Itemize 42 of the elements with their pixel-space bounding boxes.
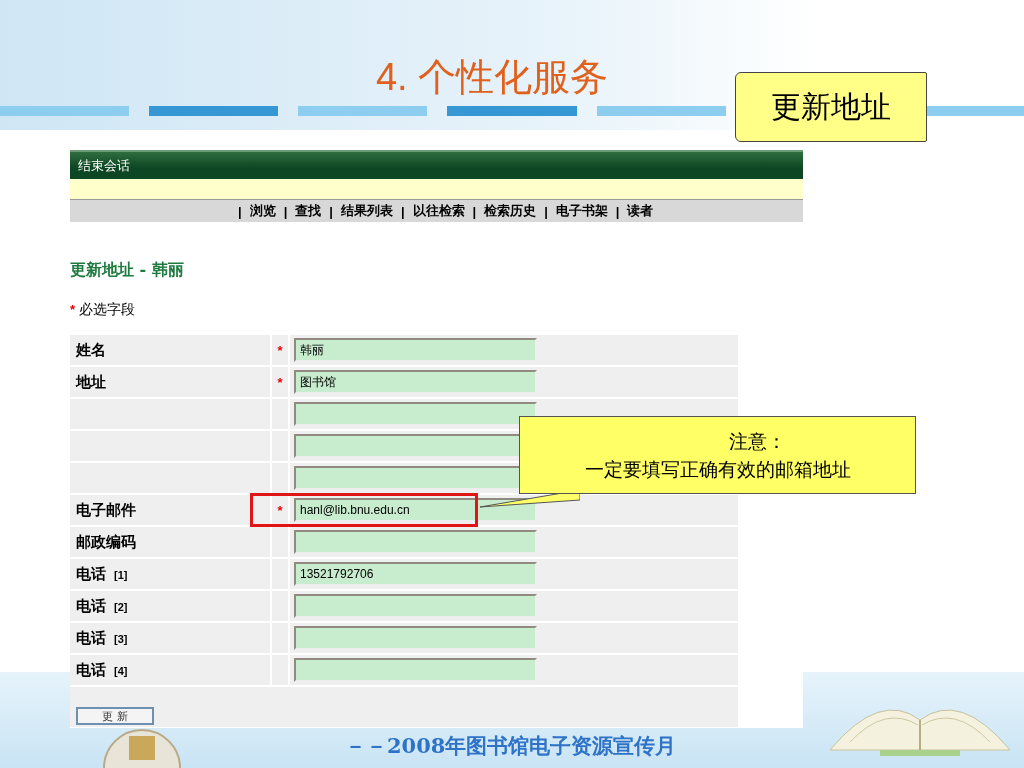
input-field[interactable]: 13521792706: [294, 562, 537, 586]
nav-link[interactable]: 读者: [627, 202, 654, 220]
end-session-link[interactable]: 结束会话: [78, 156, 130, 175]
input-field[interactable]: [294, 658, 537, 682]
footer-caption: －－2008年图书馆电子资源宣传月: [345, 732, 677, 760]
nav-separator: |: [238, 203, 242, 219]
field-label: 地址: [76, 372, 106, 392]
input-field[interactable]: 韩丽: [294, 338, 537, 362]
input-field[interactable]: [294, 626, 537, 650]
nav-separator: |: [400, 203, 405, 219]
field-label: 邮政编码: [76, 532, 136, 552]
page-heading: 更新地址 - 韩丽: [70, 260, 185, 281]
scroll-banner: 更新地址: [735, 72, 927, 142]
update-button[interactable]: 更 新: [76, 707, 154, 725]
seal-logo-icon: [100, 728, 184, 768]
nav-link[interactable]: 检索历史: [484, 202, 537, 220]
nav-separator: |: [615, 203, 620, 219]
required-note: * 必选字段: [70, 301, 136, 319]
field-label: 电话 [2]: [76, 596, 128, 616]
field-label: 电话 [4]: [76, 660, 128, 680]
slide-title: 4. 个性化服务: [374, 55, 610, 100]
required-mark: *: [277, 502, 283, 518]
input-field[interactable]: [294, 594, 537, 618]
input-field[interactable]: [294, 530, 537, 554]
field-label: 电话 [3]: [76, 628, 128, 648]
input-field[interactable]: [294, 402, 537, 426]
nav-separator: |: [283, 203, 288, 219]
field-label: 电子邮件: [76, 500, 136, 520]
field-label: 姓名: [76, 340, 106, 360]
nav-separator: |: [329, 203, 333, 219]
nav-link[interactable]: 结果列表: [340, 202, 393, 220]
nav-separator: |: [544, 203, 548, 219]
nav-separator: |: [472, 203, 477, 219]
required-mark: *: [277, 374, 283, 390]
nav-link[interactable]: 浏览: [249, 202, 276, 220]
nav-link[interactable]: 以往检索: [412, 202, 465, 220]
field-label: 电话 [1]: [76, 564, 128, 584]
input-field[interactable]: hanl@lib.bnu.edu.cn: [294, 498, 537, 522]
nav-link[interactable]: 查找: [295, 202, 322, 220]
nav-link[interactable]: 电子书架: [555, 202, 608, 220]
required-mark: *: [277, 342, 283, 358]
input-field[interactable]: 图书馆: [294, 370, 537, 394]
